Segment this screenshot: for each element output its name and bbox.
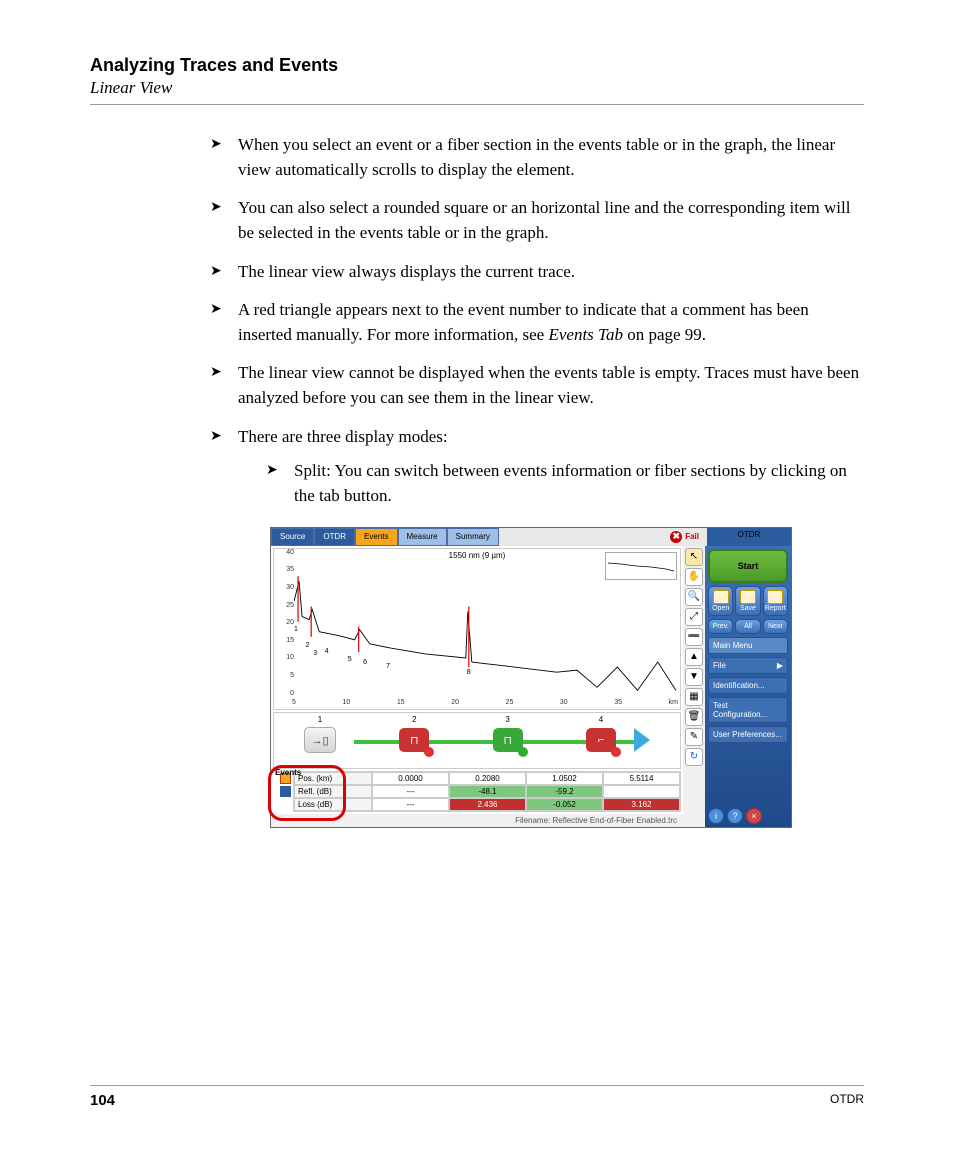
bullet-item: The linear view always displays the curr… <box>210 260 864 285</box>
table-cell: -59.2 <box>526 785 603 798</box>
file-menu[interactable]: File▶ <box>708 657 788 674</box>
test-config-menu[interactable]: Test Configuration... <box>708 697 788 723</box>
tab-events[interactable]: Events <box>355 528 397 546</box>
header-rule <box>90 104 864 105</box>
disk-icon <box>740 590 756 604</box>
event-node-3[interactable]: 3⊓ <box>493 728 523 752</box>
table-cell: -0.052 <box>526 798 603 811</box>
help-icon[interactable]: ? <box>727 808 743 824</box>
down-tool[interactable]: ▼ <box>685 668 703 686</box>
right-menu: Start Open Save Report Prev. All Next Ma… <box>705 546 791 827</box>
x-axis: 5101520253035km <box>292 699 678 709</box>
zoom-fit-tool[interactable]: ⤢ <box>685 608 703 626</box>
end-arrow-icon <box>634 728 650 752</box>
chevron-right-icon: ▶ <box>777 661 783 670</box>
bullet-list: When you select an event or a fiber sect… <box>210 133 864 509</box>
refresh-tool[interactable]: ↻ <box>685 748 703 766</box>
app-tabs: Source OTDR Events Measure Summary <box>271 528 499 546</box>
events-table: Pos. (km) 0.0000 0.2080 1.0502 5.5114 Re… <box>293 771 681 812</box>
tab-measure[interactable]: Measure <box>398 528 447 546</box>
status-fail: ✖ Fail <box>662 528 707 546</box>
text: There are three display modes: <box>238 427 448 446</box>
fail-label: Fail <box>685 532 699 541</box>
edit-tool[interactable]: ✎ <box>685 728 703 746</box>
zoom-tool[interactable]: 🔍 <box>685 588 703 606</box>
start-button[interactable]: Start <box>708 549 788 583</box>
page-number: 104 <box>90 1092 115 1109</box>
tab-otdr[interactable]: OTDR <box>314 528 355 546</box>
identification-menu[interactable]: Identification... <box>708 677 788 694</box>
all-button[interactable]: All <box>735 619 760 634</box>
table-cell: 0.2080 <box>449 772 526 785</box>
close-icon[interactable]: × <box>746 808 762 824</box>
user-pref-menu[interactable]: User Preferences... <box>708 726 788 743</box>
table-cell: 3.162 <box>603 798 680 811</box>
doc-label: OTDR <box>830 1092 864 1109</box>
chapter-title: Analyzing Traces and Events <box>90 55 864 76</box>
fail-icon: ✖ <box>670 531 682 543</box>
menu-title: OTDR <box>707 528 791 546</box>
embedded-screenshot: Source OTDR Events Measure Summary ✖ Fai… <box>270 527 792 828</box>
sub-bullet-list: Split: You can switch between events inf… <box>266 459 864 508</box>
open-button[interactable]: Open <box>708 586 733 616</box>
table-cell: 5.5114 <box>603 772 680 785</box>
report-button[interactable]: Report <box>763 586 788 616</box>
table-cell <box>603 785 680 798</box>
event-node-4[interactable]: 4⌐ <box>586 728 616 752</box>
next-button[interactable]: Next <box>763 619 788 634</box>
grid-tool[interactable]: ▦ <box>685 688 703 706</box>
bullet-item: When you select an event or a fiber sect… <box>210 133 864 182</box>
table-cell: -48.1 <box>449 785 526 798</box>
text: A red triangle appears next to the event… <box>238 300 809 344</box>
prev-button[interactable]: Prev. <box>708 619 733 634</box>
page-footer: 104 OTDR <box>90 1085 864 1109</box>
delete-tool[interactable]: 🗑 <box>685 708 703 726</box>
table-cell: 1.0502 <box>526 772 603 785</box>
chart-title: 1550 nm (9 µm) <box>449 551 506 560</box>
tab-source[interactable]: Source <box>271 528 314 546</box>
up-tool[interactable]: ▲ <box>685 648 703 666</box>
bullet-item: You can also select a rounded square or … <box>210 196 864 245</box>
info-icon[interactable]: i <box>708 808 724 824</box>
bullet-item: There are three display modes: Split: Yo… <box>210 425 864 509</box>
hand-tool[interactable]: ✋ <box>685 568 703 586</box>
events-tab-ref: Events Tab <box>548 325 622 344</box>
text: on page 99. <box>623 325 706 344</box>
folder-icon <box>713 590 729 604</box>
event-node-1[interactable]: 1→▯ <box>304 727 336 753</box>
section-title: Linear View <box>90 78 864 98</box>
tab-summary[interactable]: Summary <box>447 528 499 546</box>
table-cell: 0.0000 <box>372 772 449 785</box>
main-menu-header: Main Menu <box>708 637 788 654</box>
table-cell: --- <box>372 785 449 798</box>
bullet-item: A red triangle appears next to the event… <box>210 298 864 347</box>
event-node-2[interactable]: 2⊓ <box>399 728 429 752</box>
report-icon <box>767 590 783 604</box>
trace-chart[interactable]: 1550 nm (9 µm) 4035302520151050 51015202… <box>273 548 681 710</box>
y-axis: 4035302520151050 <box>276 549 294 697</box>
pointer-tool[interactable]: ↖ <box>685 548 703 566</box>
save-button[interactable]: Save <box>735 586 760 616</box>
table-cell: --- <box>372 798 449 811</box>
bullet-item: The linear view cannot be displayed when… <box>210 361 864 410</box>
linear-view[interactable]: 1→▯ 2⊓ 3⊓ 4⌐ <box>273 712 681 769</box>
table-cell: 2.436 <box>449 798 526 811</box>
graph-toolbar: ↖ ✋ 🔍 ⤢ ➖ ▲ ▼ ▦ 🗑 ✎ ↻ <box>683 546 705 827</box>
plot-area: 1 2 3 4 5 6 7 8 <box>294 561 678 697</box>
zoom-out-tool[interactable]: ➖ <box>685 628 703 646</box>
sub-bullet-item: Split: You can switch between events inf… <box>266 459 864 508</box>
highlight-circle <box>268 765 346 821</box>
